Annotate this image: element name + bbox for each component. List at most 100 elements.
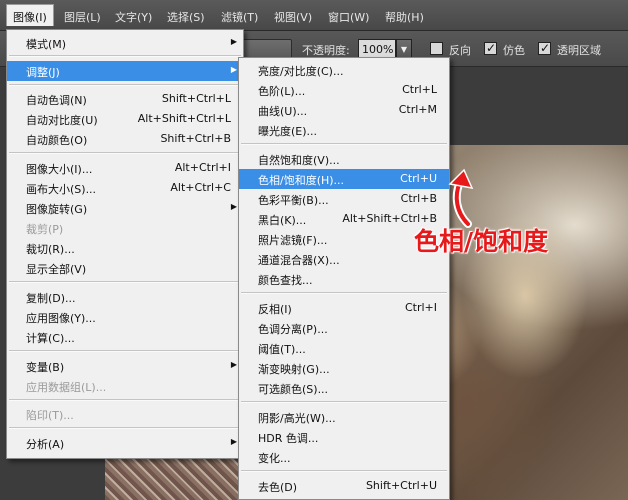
menu-help[interactable]: 帮助(H) [385, 9, 424, 25]
menu-item-label: 裁剪(P) [26, 223, 64, 236]
menu-item-label: 色阶(L)... [258, 85, 306, 98]
submenu-arrow-icon: ▶ [230, 437, 237, 446]
menu-item-label: 颜色查找... [258, 274, 313, 287]
menu-item-label: 自然饱和度(V)... [258, 154, 340, 167]
menu-item-label: 变化... [258, 452, 291, 465]
menu-item-label: 裁切(R)... [26, 243, 75, 256]
menu-item-exposure[interactable]: 曝光度(E)... [239, 120, 449, 140]
submenu-arrow-icon: ▶ [230, 37, 237, 46]
menu-item-analysis[interactable]: 分析(A) ▶ [7, 433, 243, 453]
menu-item-selective-color[interactable]: 可选颜色(S)... [239, 378, 449, 398]
reverse-checkbox[interactable] [430, 42, 443, 55]
menu-item-trim[interactable]: 裁切(R)... [7, 238, 243, 258]
menu-item-gradient-map[interactable]: 渐变映射(G)... [239, 358, 449, 378]
submenu-arrow-icon: ▶ [230, 65, 237, 74]
menu-item-label: 自动对比度(U) [26, 114, 98, 127]
menu-item-canvas-size[interactable]: 画布大小(S)... Alt+Ctrl+C [7, 178, 243, 198]
menu-item-shortcut: Shift+Ctrl+U [365, 479, 437, 492]
menu-separator [241, 143, 447, 145]
reverse-label: 反向 [449, 44, 471, 57]
menu-item-apply-data-set: 应用数据组(L)... [7, 376, 243, 396]
menu-item-label: 通道混合器(X)... [258, 254, 340, 267]
menu-item-duplicate[interactable]: 复制(D)... [7, 287, 243, 307]
menu-item-label: 自动色调(N) [26, 94, 87, 107]
mode-dropdown[interactable] [240, 39, 292, 59]
menu-item-shortcut: Alt+Ctrl+C [170, 181, 231, 194]
menu-layer[interactable]: 图层(L) [64, 9, 101, 25]
menu-image[interactable]: 图像(I) [6, 4, 54, 26]
menu-item-label: 曝光度(E)... [258, 125, 318, 138]
menu-item-adjust[interactable]: 调整(J) ▶ [7, 61, 243, 81]
menu-item-threshold[interactable]: 阈值(T)... [239, 338, 449, 358]
menu-item-levels[interactable]: 色阶(L)... Ctrl+L [239, 80, 449, 100]
opacity-label: 不透明度: [302, 44, 350, 57]
menu-item-label: 复制(D)... [26, 292, 76, 305]
menu-item-color-lookup[interactable]: 颜色查找... [239, 269, 449, 289]
menu-item-posterize[interactable]: 色调分离(P)... [239, 318, 449, 338]
menu-item-label: 曲线(U)... [258, 105, 308, 118]
menubar: 图像(I) 图层(L) 文字(Y) 选择(S) 滤镜(T) 视图(V) 窗口(W… [0, 0, 628, 31]
menu-item-desaturate[interactable]: 去色(D) Shift+Ctrl+U [239, 476, 449, 496]
annotation-label: 色相/饱和度 [414, 227, 549, 256]
opacity-input[interactable]: 100% [358, 39, 396, 59]
menu-item-shadows-highlights[interactable]: 阴影/高光(W)... [239, 407, 449, 427]
menu-item-vibrance[interactable]: 自然饱和度(V)... [239, 149, 449, 169]
menu-item-reveal-all[interactable]: 显示全部(V) [7, 258, 243, 278]
menu-type[interactable]: 文字(Y) [115, 9, 152, 25]
menu-item-label: 分析(A) [26, 438, 65, 451]
menu-separator [241, 470, 447, 472]
menu-window[interactable]: 窗口(W) [328, 9, 369, 25]
menu-item-image-size[interactable]: 图像大小(I)... Alt+Ctrl+I [7, 158, 243, 178]
menu-item-shortcut: Shift+Ctrl+L [161, 92, 231, 105]
transparency-checkbox[interactable] [538, 41, 551, 55]
menu-item-variables[interactable]: 变量(B) ▶ [7, 356, 243, 376]
menu-separator [9, 350, 241, 352]
menu-item-image-rotation[interactable]: 图像旋转(G) ▶ [7, 198, 243, 218]
menu-item-shortcut: Alt+Ctrl+I [174, 161, 231, 174]
menu-item-shortcut: Ctrl+U [400, 172, 437, 185]
menu-item-label: 自动颜色(O) [26, 134, 88, 147]
menu-item-label: 计算(C)... [26, 332, 75, 345]
menu-item-label: 去色(D) [258, 481, 298, 494]
menu-item-calculations[interactable]: 计算(C)... [7, 327, 243, 347]
menu-item-auto-tone[interactable]: 自动色调(N) Shift+Ctrl+L [7, 89, 243, 109]
image-menu: 模式(M) ▶ 调整(J) ▶ 自动色调(N) Shift+Ctrl+L 自动对… [6, 29, 244, 459]
menu-item-label: 反相(I) [258, 303, 292, 316]
menu-item-auto-contrast[interactable]: 自动对比度(U) Alt+Shift+Ctrl+L [7, 109, 243, 129]
menu-item-hdr-toning[interactable]: HDR 色调... [239, 427, 449, 447]
menu-item-label: 渐变映射(G)... [258, 363, 330, 376]
menu-item-label: 黑白(K)... [258, 214, 307, 227]
menu-item-label: 阴影/高光(W)... [258, 412, 336, 425]
menu-separator [9, 427, 241, 429]
menu-item-curves[interactable]: 曲线(U)... Ctrl+M [239, 100, 449, 120]
menu-item-label: 显示全部(V) [26, 263, 87, 276]
menu-item-shortcut: Ctrl+M [398, 103, 437, 116]
menu-item-mode[interactable]: 模式(M) ▶ [7, 33, 243, 53]
menu-item-auto-color[interactable]: 自动颜色(O) Shift+Ctrl+B [7, 129, 243, 149]
opacity-dropdown-arrow[interactable]: ▼ [396, 39, 412, 59]
menu-item-shortcut: Ctrl+I [404, 301, 437, 314]
menu-select[interactable]: 选择(S) [167, 9, 205, 25]
menu-item-color-balance[interactable]: 色彩平衡(B)... Ctrl+B [239, 189, 449, 209]
menu-item-label: 色相/饱和度(H)... [258, 174, 345, 187]
menu-item-label: HDR 色调... [258, 432, 319, 445]
menu-item-label: 照片滤镜(F)... [258, 234, 328, 247]
adjustments-submenu: 亮度/对比度(C)... 色阶(L)... Ctrl+L 曲线(U)... Ct… [238, 57, 450, 500]
menu-separator [9, 152, 241, 154]
menu-item-label: 色彩平衡(B)... [258, 194, 329, 207]
menu-item-hue-saturation[interactable]: 色相/饱和度(H)... Ctrl+U [239, 169, 449, 189]
menu-separator [9, 399, 241, 401]
dither-checkbox[interactable] [484, 41, 497, 55]
menu-item-label: 模式(M) [26, 38, 67, 51]
menu-item-label: 可选颜色(S)... [258, 383, 329, 396]
menu-item-label: 应用图像(Y)... [26, 312, 96, 325]
menu-item-label: 陷印(T)... [26, 409, 74, 422]
menu-view[interactable]: 视图(V) [274, 9, 312, 25]
menu-item-brightness-contrast[interactable]: 亮度/对比度(C)... [239, 60, 449, 80]
menu-filter[interactable]: 滤镜(T) [221, 9, 258, 25]
menu-item-invert[interactable]: 反相(I) Ctrl+I [239, 298, 449, 318]
menu-item-shortcut: Ctrl+B [400, 192, 437, 205]
menu-item-variations[interactable]: 变化... [239, 447, 449, 467]
photo-detail [105, 452, 245, 500]
menu-item-apply-image[interactable]: 应用图像(Y)... [7, 307, 243, 327]
